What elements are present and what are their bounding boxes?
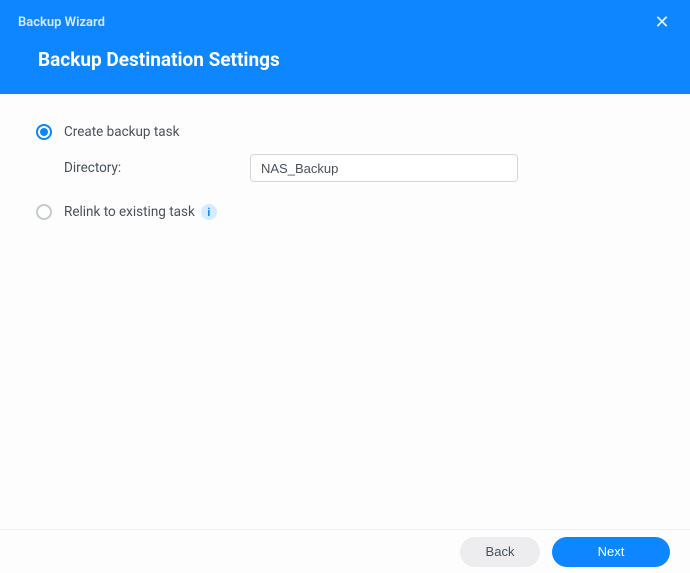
footer: Back Next (0, 529, 690, 573)
header: Backup Wizard ✕ Backup Destination Setti… (0, 0, 690, 94)
directory-input[interactable] (250, 154, 518, 182)
option-create-label: Create backup task (64, 124, 179, 140)
window-title: Backup Wizard (18, 15, 105, 30)
option-relink-label: Relink to existing task (64, 204, 195, 220)
option-create-backup[interactable]: Create backup task (36, 124, 654, 140)
radio-create[interactable] (36, 124, 52, 140)
option-relink[interactable]: Relink to existing task i (36, 204, 654, 220)
close-icon[interactable]: ✕ (652, 12, 672, 32)
next-button[interactable]: Next (552, 537, 670, 567)
content-area: Create backup task Directory: Relink to … (0, 94, 690, 264)
info-icon[interactable]: i (201, 204, 217, 220)
page-title: Backup Destination Settings (18, 38, 672, 71)
radio-relink[interactable] (36, 204, 52, 220)
directory-label: Directory: (64, 160, 250, 176)
directory-field-row: Directory: (64, 154, 654, 182)
back-button[interactable]: Back (460, 537, 540, 567)
header-top: Backup Wizard ✕ (18, 0, 672, 38)
